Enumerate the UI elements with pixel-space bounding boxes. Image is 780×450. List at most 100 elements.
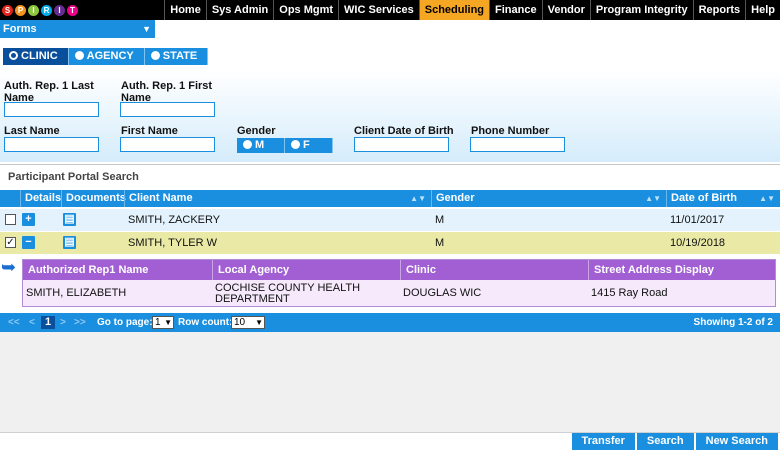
search-form: Auth. Rep. 1 Last Name Auth. Rep. 1 Firs…: [0, 70, 780, 162]
scope-option-clinic[interactable]: CLINIC: [3, 48, 69, 65]
gender-selector: M F: [237, 138, 333, 153]
dob-cell: 11/01/2017: [670, 214, 725, 226]
logo-letter: P: [15, 4, 26, 16]
auth-rep-last-name-label: Auth. Rep. 1 Last Name: [4, 80, 94, 104]
logo-letter: I: [28, 4, 39, 16]
column-header-local-agency: Local Agency: [212, 260, 400, 280]
logo-letter: S: [2, 4, 13, 16]
column-header-details[interactable]: Details: [20, 190, 61, 207]
gender-option-m[interactable]: M: [237, 138, 285, 153]
dob-input[interactable]: [354, 137, 449, 152]
search-button[interactable]: Search: [636, 433, 694, 450]
showing-count: Showing 1-2 of 2: [693, 317, 773, 328]
top-navigation-bar: SPIRIT Home Sys Admin Ops Mgmt WIC Services…: [0, 0, 780, 20]
row-checkbox[interactable]: ✓: [5, 237, 16, 248]
nav-item-reports[interactable]: Reports: [692, 0, 746, 20]
logo-letter: I: [54, 4, 65, 16]
nav-item-help[interactable]: Help: [745, 0, 780, 20]
pager: << < 1 > >> Go to page: 1 ▼ Row count: 10…: [0, 313, 780, 332]
action-buttons: Transfer Search New Search: [570, 433, 778, 450]
nav-item-program-integrity[interactable]: Program Integrity: [589, 0, 693, 20]
sort-icon: ▲▼: [645, 194, 661, 203]
scope-option-agency[interactable]: AGENCY: [68, 48, 145, 65]
gender-label: Gender: [237, 125, 276, 137]
current-page[interactable]: 1: [41, 316, 55, 329]
column-header-dob[interactable]: Date of Birth ▲▼: [666, 190, 780, 207]
column-header-documents[interactable]: Documents: [61, 190, 126, 207]
results-panel: Participant Portal Search Details Docume…: [0, 164, 780, 332]
forms-menu[interactable]: Forms ▼: [0, 20, 155, 38]
radio-icon: [150, 51, 160, 60]
radio-icon: [9, 51, 18, 60]
document-icon[interactable]: ▤: [63, 213, 76, 226]
auth-rep-first-name-input[interactable]: [120, 102, 215, 117]
table-row-selected[interactable]: ✓ − ▤ SMITH, TYLER W M 10/19/2018: [0, 232, 780, 254]
goto-page-label: Go to page:: [97, 317, 153, 328]
first-name-label: First Name: [121, 125, 178, 137]
table-row[interactable]: + ▤ SMITH, ZACKERY M 11/01/2017: [0, 209, 780, 231]
column-header-gender[interactable]: Gender ▲▼: [431, 190, 666, 207]
local-agency-cell: COCHISE COUNTY HEALTH DEPARTMENT: [215, 281, 361, 305]
chevron-down-icon: ▼: [255, 318, 263, 327]
next-page-button[interactable]: >: [60, 313, 66, 332]
nav-item-home[interactable]: Home: [164, 0, 206, 20]
client-name-cell: SMITH, TYLER W: [128, 237, 218, 249]
results-title: Participant Portal Search: [8, 171, 139, 183]
transfer-button[interactable]: Transfer: [571, 433, 635, 450]
column-header-rep-name: Authorized Rep1 Name: [28, 264, 149, 276]
dob-cell: 10/19/2018: [670, 237, 726, 249]
subgrid-row: SMITH, ELIZABETH COCHISE COUNTY HEALTH D…: [23, 281, 775, 306]
radio-icon: [291, 140, 300, 149]
nav-item-ops-mgmt[interactable]: Ops Mgmt: [273, 0, 338, 20]
scope-selector: CLINIC AGENCY STATE: [3, 48, 209, 65]
chevron-down-icon: ▼: [142, 24, 151, 34]
first-name-input[interactable]: [120, 137, 215, 152]
scope-option-state[interactable]: STATE: [144, 48, 209, 65]
auth-rep-first-name-label: Auth. Rep. 1 First Name: [121, 80, 213, 104]
nav-item-finance[interactable]: Finance: [489, 0, 542, 20]
main-nav: Home Sys Admin Ops Mgmt WIC Services Schedul…: [164, 0, 780, 20]
clinic-cell: DOUGLAS WIC: [403, 287, 482, 299]
nav-item-wic-services[interactable]: WIC Services: [338, 0, 419, 20]
row-checkbox[interactable]: [5, 214, 16, 225]
phone-label: Phone Number: [471, 125, 550, 137]
last-name-label: Last Name: [4, 125, 60, 137]
subgrid-header: Authorized Rep1 Name Local Agency Clinic…: [23, 260, 775, 280]
first-page-button[interactable]: <<: [8, 313, 20, 332]
forms-menu-label: Forms: [3, 23, 37, 35]
sort-icon: ▲▼: [410, 194, 426, 203]
radio-icon: [243, 140, 252, 149]
gender-option-f[interactable]: F: [285, 138, 333, 153]
street-address-cell: 1415 Ray Road: [591, 287, 668, 299]
collapse-details-icon[interactable]: −: [22, 236, 35, 249]
rep-name-cell: SMITH, ELIZABETH: [26, 287, 127, 299]
authorized-rep-subgrid: Authorized Rep1 Name Local Agency Clinic…: [22, 259, 776, 307]
column-header-street-address: Street Address Display: [588, 260, 775, 280]
document-icon[interactable]: ▤: [63, 236, 76, 249]
nav-item-vendor[interactable]: Vendor: [541, 0, 590, 20]
radio-icon: [74, 51, 84, 60]
last-name-input[interactable]: [4, 137, 99, 152]
subgrid-arrow-icon: ➥: [1, 257, 17, 277]
dob-label: Client Date of Birth: [354, 125, 454, 137]
logo-letter: T: [67, 4, 78, 16]
last-page-button[interactable]: >>: [74, 313, 86, 332]
row-count-label: Row count:: [178, 317, 233, 328]
chevron-down-icon: ▼: [164, 318, 172, 327]
phone-input[interactable]: [470, 137, 565, 152]
new-search-button[interactable]: New Search: [695, 433, 778, 450]
column-header-clinic: Clinic: [400, 260, 588, 280]
nav-item-scheduling[interactable]: Scheduling: [418, 0, 490, 20]
client-name-cell: SMITH, ZACKERY: [128, 214, 221, 226]
nav-item-sys-admin[interactable]: Sys Admin: [205, 0, 273, 20]
gender-cell: M: [435, 237, 445, 249]
app-logo: SPIRIT: [2, 0, 112, 20]
column-header-client-name[interactable]: Client Name ▲▼: [124, 190, 431, 207]
goto-page-select[interactable]: 1 ▼: [152, 316, 174, 329]
logo-letter: R: [41, 4, 52, 16]
expand-details-icon[interactable]: +: [22, 213, 35, 226]
auth-rep-last-name-input[interactable]: [4, 102, 99, 117]
prev-page-button[interactable]: <: [29, 313, 35, 332]
results-table-header: Details Documents Client Name ▲▼ Gender ▲▼…: [0, 190, 780, 207]
row-count-select[interactable]: 10 ▼: [231, 316, 265, 329]
